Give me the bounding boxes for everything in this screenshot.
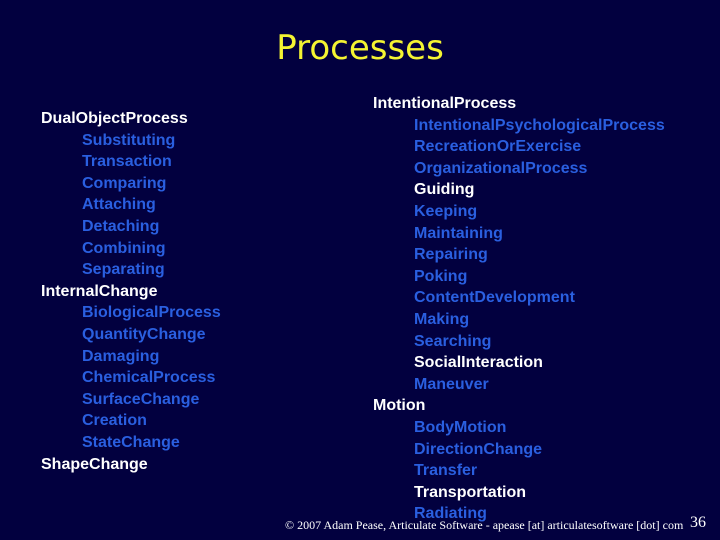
process-subclass: ChemicalProcess xyxy=(82,369,216,387)
process-subclass: Transaction xyxy=(82,153,172,171)
page-number: 36 xyxy=(690,514,706,531)
process-subclass: DirectionChange xyxy=(414,440,543,458)
process-subclass: Transfer xyxy=(414,462,478,480)
process-subclass: QuantityChange xyxy=(82,325,206,343)
slide-title: Processes xyxy=(276,28,444,68)
process-subclass: BiologicalProcess xyxy=(82,304,221,322)
process-subclass: Damaging xyxy=(82,347,160,365)
process-subclass: Combining xyxy=(82,239,166,257)
process-category: InternalChange xyxy=(41,282,158,300)
process-subclass: Guiding xyxy=(414,181,475,199)
process-category: DualObjectProcess xyxy=(41,110,188,127)
process-subclass: Substituting xyxy=(82,131,176,149)
right-column-list: IntentionalProcess IntentionalPsychologic… xyxy=(373,93,665,525)
process-subclass: Making xyxy=(414,310,470,328)
left-column-list: DualObjectProcess Substituting Transaction… xyxy=(41,108,221,475)
process-subclass: Maneuver xyxy=(414,375,489,393)
copyright-footer: © 2007 Adam Pease, Articulate Software -… xyxy=(285,518,684,532)
process-subclass: Comparing xyxy=(82,174,167,192)
process-subclass: RecreationOrExercise xyxy=(414,138,582,156)
process-subclass: Keeping xyxy=(414,202,478,220)
process-subclass: SocialInteraction xyxy=(414,354,543,372)
process-subclass: SurfaceChange xyxy=(82,390,200,408)
process-subclass: Creation xyxy=(82,412,147,430)
process-subclass: IntentionalPsychologicalProcess xyxy=(414,116,665,134)
process-subclass: BodyMotion xyxy=(414,418,507,436)
process-subclass: Repairing xyxy=(414,246,488,264)
process-subclass: Poking xyxy=(414,267,468,285)
process-subclass: ContentDevelopment xyxy=(414,289,575,307)
process-subclass: Detaching xyxy=(82,217,160,235)
process-subclass: Separating xyxy=(82,261,165,279)
process-category: Motion xyxy=(373,397,426,415)
process-subclass: Searching xyxy=(414,332,492,350)
process-category: IntentionalProcess xyxy=(373,95,517,112)
process-category: ShapeChange xyxy=(41,455,148,473)
process-subclass: StateChange xyxy=(82,433,180,451)
process-subclass: Attaching xyxy=(82,196,156,214)
process-subclass: OrganizationalProcess xyxy=(414,159,588,177)
process-subclass: Transportation xyxy=(414,483,527,501)
process-subclass: Maintaining xyxy=(414,224,503,242)
